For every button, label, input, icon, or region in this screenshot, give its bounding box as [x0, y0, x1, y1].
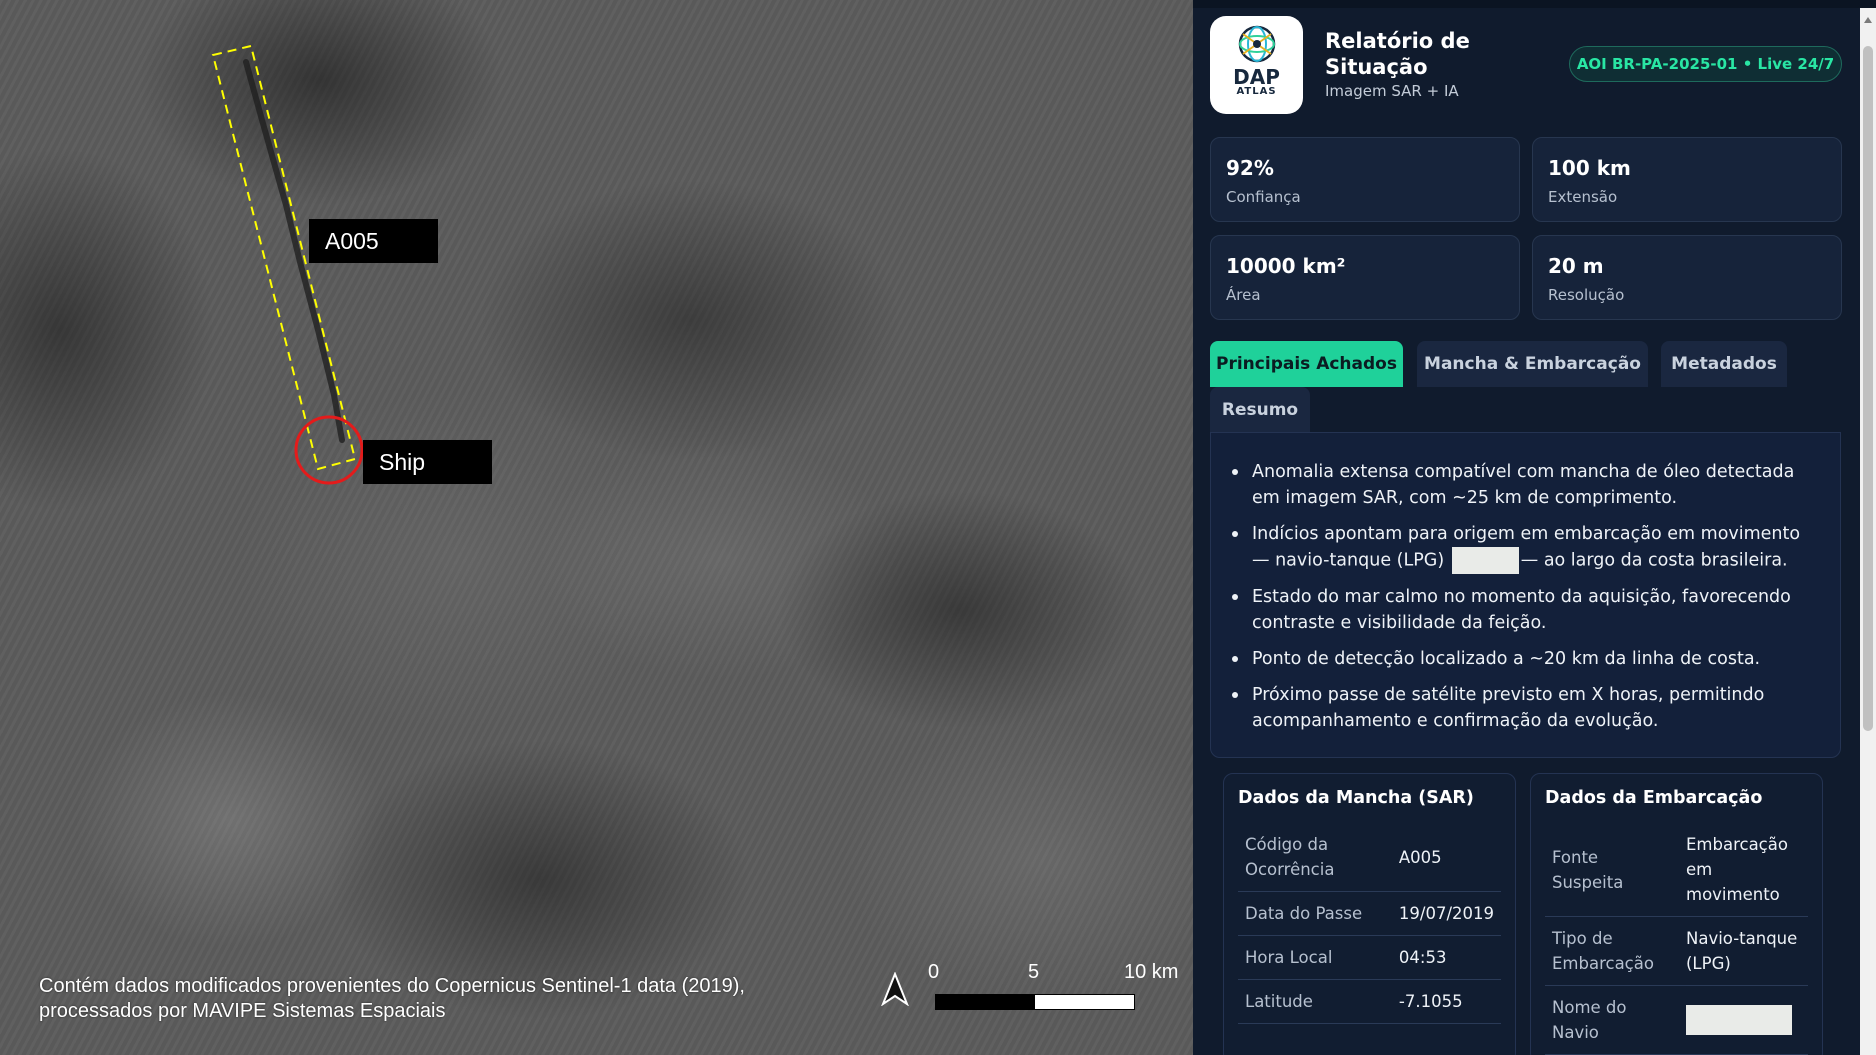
row-key: Fonte Suspeita	[1545, 823, 1679, 917]
vessel-data-table: Fonte Suspeita Embarcação em movimento Ti…	[1545, 823, 1808, 1055]
table-row: Fonte Suspeita Embarcação em movimento	[1545, 823, 1808, 917]
finding-item: Indícios apontam para origem em embarcaç…	[1231, 521, 1822, 574]
row-value: Navio-tanque (LPG)	[1679, 916, 1808, 986]
row-key: Nome do Navio	[1545, 985, 1679, 1055]
slick-card-title: Dados da Mancha (SAR)	[1238, 788, 1474, 808]
findings-list: Anomalia extensa compatível com mancha d…	[1211, 433, 1840, 734]
logo-sub: ATLAS	[1236, 86, 1277, 97]
stat-value: 10000 km²	[1226, 254, 1346, 278]
stat-label: Área	[1226, 286, 1261, 304]
stat-card-confidence: 92% Confiança	[1210, 137, 1520, 222]
finding-item: Ponto de detecção localizado a ~20 km da…	[1231, 646, 1822, 672]
stat-label: Resolução	[1548, 286, 1625, 304]
tab-principais-achados[interactable]: Principais Achados	[1210, 341, 1403, 387]
vessel-data-card: Dados da Embarcação Fonte Suspeita Embarc…	[1530, 773, 1823, 1055]
table-row: Hora Local 04:53	[1238, 935, 1501, 980]
slick-id-label: A005	[309, 219, 438, 263]
table-row: Nome do Navio	[1545, 985, 1808, 1055]
table-row: Tipo de Embarcação Navio-tanque (LPG)	[1545, 916, 1808, 986]
ship-label: Ship	[363, 440, 492, 484]
dap-atlas-logo: DAP ATLAS	[1210, 16, 1303, 114]
slick-data-card: Dados da Mancha (SAR) Código da Ocorrênc…	[1223, 773, 1516, 1055]
stat-value: 20 m	[1548, 254, 1604, 278]
stat-label: Confiança	[1226, 188, 1301, 206]
scale-tick-0: 0	[928, 961, 940, 983]
finding-item: Anomalia extensa compatível com mancha d…	[1231, 459, 1822, 511]
globe-mesh-icon	[1238, 25, 1275, 63]
tab-mancha-embarcacao[interactable]: Mancha & Embarcação	[1417, 341, 1648, 387]
map-overlay	[211, 44, 364, 485]
report-panel[interactable]: DAP ATLAS Relatório de Situação Imagem S…	[1193, 8, 1862, 1055]
finding-item: Próximo passe de satélite previsto em X …	[1231, 682, 1822, 734]
finding-text: — ao largo da costa brasileira.	[1520, 550, 1788, 571]
stat-label: Extensão	[1548, 188, 1618, 206]
tab-resumo[interactable]: Resumo	[1210, 387, 1310, 433]
sar-map[interactable]: A005 Ship Contém dados modificados prove…	[0, 0, 1193, 1055]
stat-card-area: 10000 km² Área	[1210, 235, 1520, 320]
logo-word: DAP	[1233, 65, 1280, 89]
stat-card-extent: 100 km Extensão	[1532, 137, 1842, 222]
finding-item: Estado do mar calmo no momento da aquisi…	[1231, 584, 1822, 636]
scroll-up-arrow-icon[interactable]	[1864, 17, 1872, 23]
stat-value: 92%	[1226, 156, 1274, 180]
slick-data-table: Código da Ocorrência A005 Data do Passe 19…	[1238, 823, 1501, 1024]
stat-value: 100 km	[1548, 156, 1631, 180]
attribution-line-1: Contém dados modificados provenientes do…	[39, 975, 745, 997]
row-key: Tipo de Embarcação	[1545, 916, 1679, 986]
table-row: Data do Passe 19/07/2019	[1238, 891, 1501, 936]
row-key: Data do Passe	[1238, 891, 1392, 936]
north-arrow-icon	[881, 972, 909, 1006]
table-row: Código da Ocorrência A005	[1238, 823, 1501, 892]
scale-bar	[935, 994, 1135, 1010]
row-key: Código da Ocorrência	[1238, 823, 1392, 892]
scrollbar-thumb[interactable]	[1863, 46, 1873, 731]
report-subtitle: Imagem SAR + IA	[1325, 82, 1459, 100]
row-value: A005	[1391, 823, 1501, 892]
data-attribution: Contém dados modificados provenientes do…	[39, 974, 745, 1024]
row-key: Latitude	[1238, 979, 1392, 1024]
redacted-ship-name	[1686, 1005, 1792, 1035]
scale-tick-5: 5	[1028, 961, 1040, 983]
row-value	[1679, 985, 1808, 1055]
row-value: 19/07/2019	[1391, 891, 1501, 936]
row-value: Embarcação em movimento	[1679, 823, 1808, 917]
attribution-line-2: processados por MAVIPE Sistemas Espaciai…	[39, 1000, 446, 1022]
row-value: 04:53	[1391, 935, 1501, 980]
report-title: Relatório de Situação	[1325, 29, 1470, 79]
table-row: Latitude -7.1055	[1238, 979, 1501, 1024]
findings-panel: Anomalia extensa compatível com mancha d…	[1210, 432, 1841, 758]
redacted-block	[1451, 547, 1519, 574]
vessel-card-title: Dados da Embarcação	[1545, 788, 1763, 808]
scale-tick-10: 10 km	[1124, 961, 1179, 983]
row-value: -7.1055	[1391, 979, 1501, 1024]
aoi-badge: AOI BR-PA-2025-01 • Live 24/7	[1569, 46, 1842, 82]
stat-card-resolution: 20 m Resolução	[1532, 235, 1842, 320]
tab-metadados[interactable]: Metadados	[1661, 341, 1787, 387]
row-key: Hora Local	[1238, 935, 1392, 980]
